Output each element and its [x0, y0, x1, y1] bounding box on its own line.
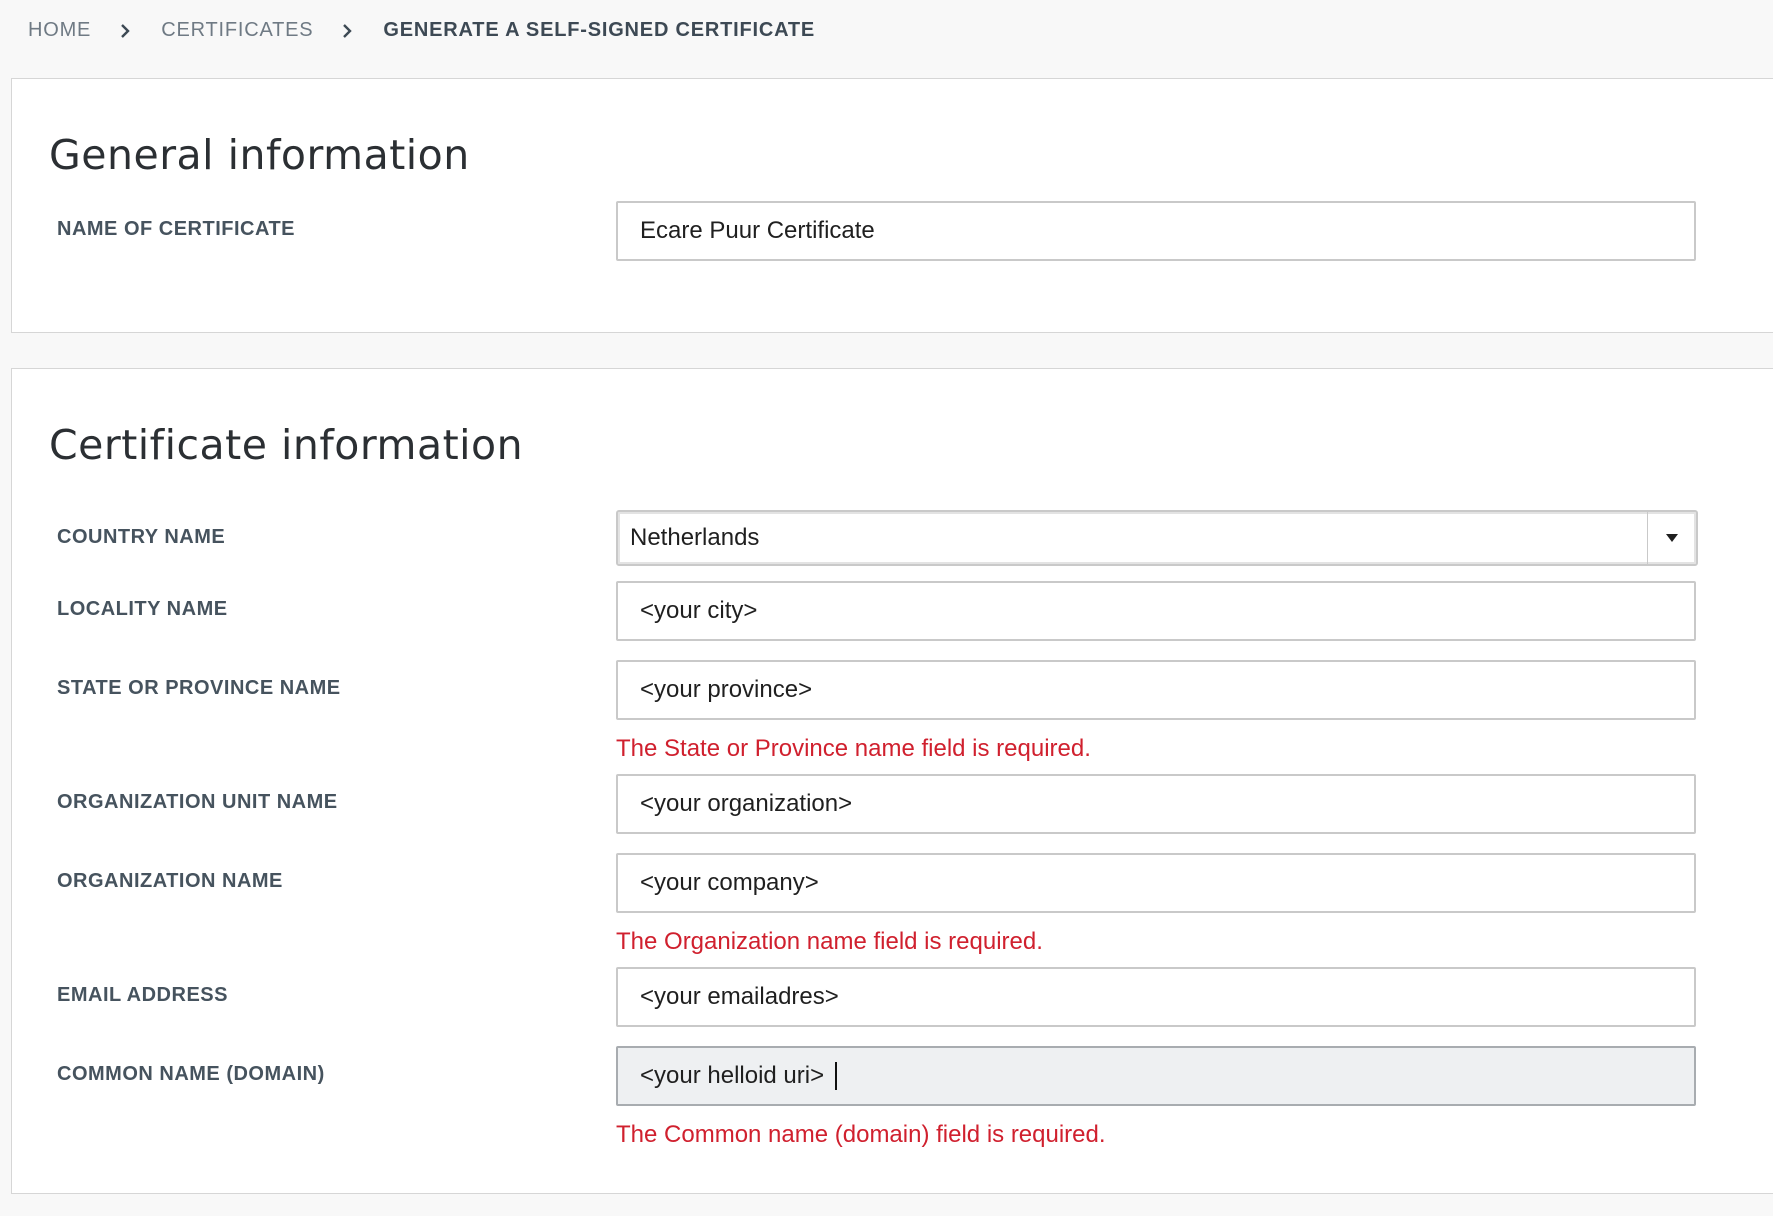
state-province-error: The State or Province name field is requ… [616, 735, 1091, 762]
organization-unit-name-input[interactable] [616, 774, 1696, 834]
text-cursor [835, 1062, 837, 1090]
chevron-right-icon [341, 24, 353, 38]
country-name-label: COUNTRY NAME [57, 526, 226, 548]
breadcrumb-certificates[interactable]: CERTIFICATES [161, 19, 313, 42]
certificate-name-label: NAME OF CERTIFICATE [57, 218, 296, 240]
locality-name-input[interactable] [616, 581, 1696, 641]
common-name-label: COMMON NAME (DOMAIN) [57, 1063, 325, 1085]
breadcrumb-home[interactable]: HOME [28, 19, 91, 42]
common-name-error: The Common name (domain) field is requir… [616, 1121, 1106, 1148]
general-information-card: General information NAME OF CERTIFICATE [11, 78, 1773, 333]
certificate-information-title: Certificate information [49, 421, 524, 469]
organization-name-error: The Organization name field is required. [616, 928, 1043, 955]
chevron-right-icon [119, 24, 131, 38]
country-name-value: Netherlands [630, 524, 760, 551]
common-name-input[interactable] [616, 1046, 1696, 1106]
organization-name-input[interactable] [616, 853, 1696, 913]
certificate-name-input[interactable] [616, 201, 1696, 261]
dropdown-arrow-icon[interactable] [1647, 512, 1696, 564]
state-province-name-input[interactable] [616, 660, 1696, 720]
organization-unit-name-label: ORGANIZATION UNIT NAME [57, 791, 338, 813]
general-information-title: General information [49, 131, 470, 179]
email-address-input[interactable] [616, 967, 1696, 1027]
breadcrumb: HOME CERTIFICATES GENERATE A SELF-SIGNED… [28, 14, 815, 46]
state-province-name-label: STATE OR PROVINCE NAME [57, 677, 341, 699]
country-name-select[interactable]: Netherlands [616, 510, 1698, 566]
certificate-information-card: Certificate information COUNTRY NAME Net… [11, 368, 1773, 1194]
organization-name-label: ORGANIZATION NAME [57, 870, 283, 892]
email-address-label: EMAIL ADDRESS [57, 984, 228, 1006]
locality-name-label: LOCALITY NAME [57, 598, 228, 620]
breadcrumb-current: GENERATE A SELF-SIGNED CERTIFICATE [383, 18, 816, 41]
